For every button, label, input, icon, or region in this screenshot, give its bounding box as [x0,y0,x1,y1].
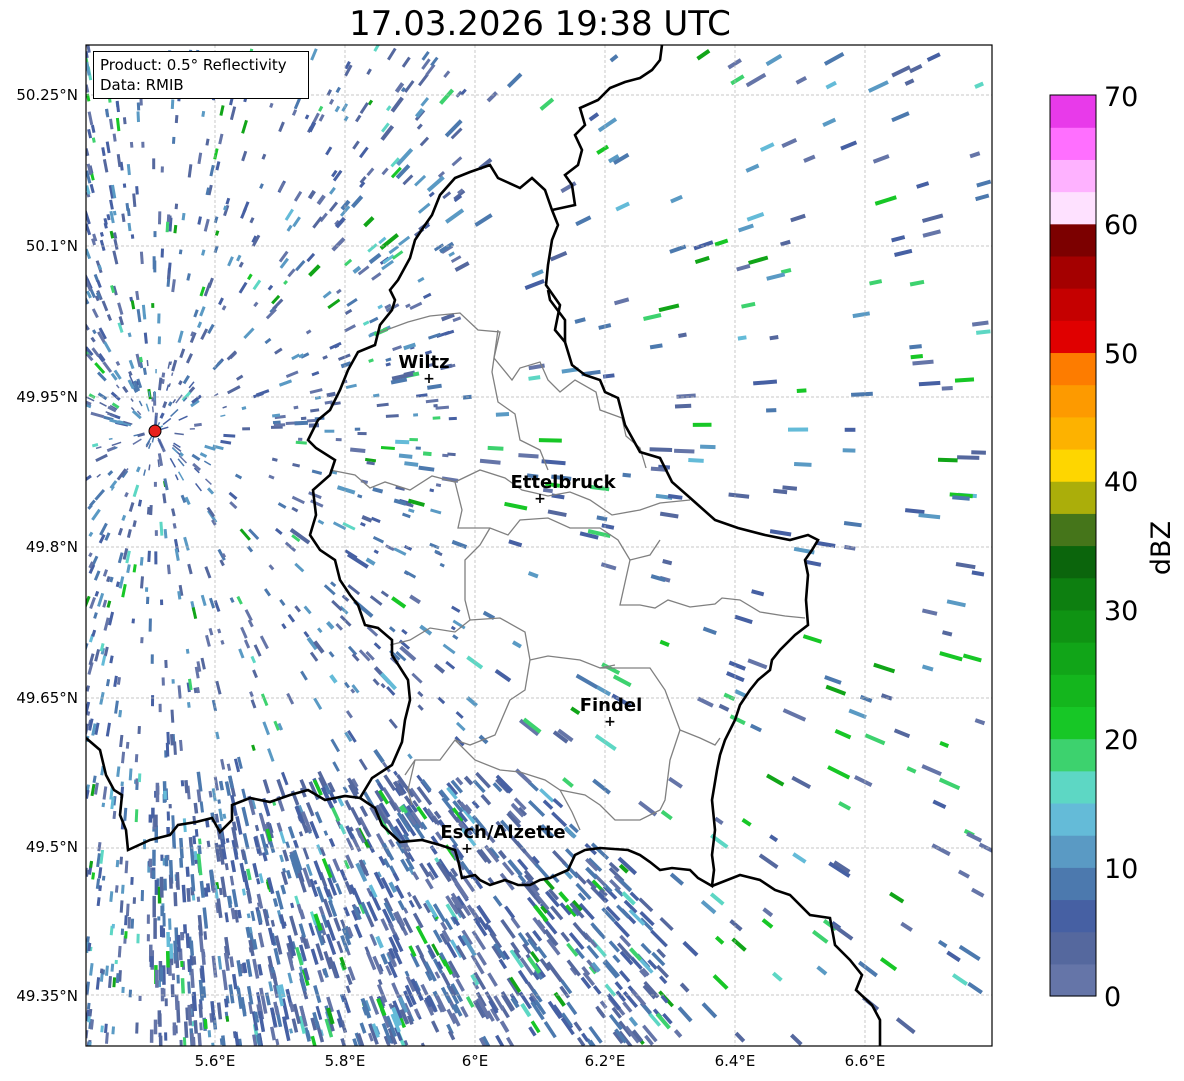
city-label-ettelbruck: Ettelbruck [510,472,616,493]
colorbar-swatch [1050,867,1096,901]
colorbar-swatch [1050,320,1096,354]
colorbar: 0 10 20 30 40 50 60 70 dBZ [1049,82,1177,1013]
colorbar-tick: 0 [1104,982,1121,1013]
colorbar-swatch [1050,963,1096,997]
lon-tick: 6.6°E [845,1052,886,1070]
city-label-wiltz: Wiltz [398,352,449,373]
lon-tick: 5.6°E [195,1052,236,1070]
colorbar-swatch [1050,835,1096,868]
colorbar-swatch [1050,931,1096,965]
colorbar-swatch [1050,159,1096,193]
colorbar-tick: 40 [1104,467,1138,498]
colorbar-swatch [1050,899,1096,933]
radar-map-figure: + Wiltz + Ettelbruck + Findel + Esch/Alz… [16,44,1177,1070]
lon-tick: 5.8°E [325,1052,366,1070]
colorbar-swatch [1050,288,1096,321]
lon-tick: 6°E [462,1052,489,1070]
colorbar-swatch [1050,770,1096,804]
colorbar-tick: 60 [1104,210,1138,241]
colorbar-swatch [1050,545,1096,579]
colorbar-swatch [1050,127,1096,160]
lat-tick: 49.35°N [16,987,78,1005]
lat-tick: 49.95°N [16,388,78,406]
radar-site-marker [148,424,162,438]
colorbar-swatch [1050,642,1096,675]
colorbar-tick: 70 [1104,82,1138,113]
lat-axis: 50.25°N 50.1°N 49.95°N 49.8°N 49.65°N 49… [16,86,78,1005]
map-area [85,44,993,1047]
colorbar-swatch [1050,352,1096,386]
city-marker-esch-alzette: + [461,841,473,857]
colorbar-swatch [1050,738,1096,772]
lon-axis: 5.6°E 5.8°E 6°E 6.2°E 6.4°E 6.6°E [195,1052,886,1070]
lat-tick: 49.5°N [26,838,78,856]
colorbar-tick: 30 [1104,596,1138,627]
colorbar-swatch [1050,255,1096,289]
product-label: Product: 0.5° Reflectivity [100,56,287,74]
colorbar-tick: 10 [1104,854,1138,885]
lon-tick: 6.2°E [585,1052,626,1070]
colorbar-swatch [1050,802,1096,836]
lat-tick: 49.65°N [16,689,78,707]
colorbar-label: dBZ [1146,521,1177,575]
colorbar-swatch [1050,384,1096,418]
colorbar-swatch [1050,223,1096,257]
colorbar-swatch [1050,706,1096,740]
lon-tick: 6.4°E [715,1052,756,1070]
data-source-label: Data: RMIB [100,76,184,94]
colorbar-swatch [1050,416,1096,450]
colorbar-swatch [1050,674,1096,707]
product-info-box: Product: 0.5° Reflectivity Data: RMIB [93,51,309,99]
colorbar-swatch [1050,481,1096,514]
city-marker-wiltz: + [423,371,435,387]
city-marker-ettelbruck: + [534,491,546,507]
colorbar-swatch [1050,609,1096,643]
colorbar-ticks: 0 10 20 30 40 50 60 70 [1104,82,1138,1013]
colorbar-swatch [1050,577,1096,611]
colorbar-swatches [1050,95,1096,997]
colorbar-swatch [1050,513,1096,547]
colorbar-swatch [1050,95,1096,128]
city-marker-findel: + [604,714,616,730]
colorbar-swatch [1050,191,1096,225]
lat-tick: 50.25°N [16,86,78,104]
colorbar-tick: 20 [1104,725,1138,756]
city-label-findel: Findel [580,695,643,716]
colorbar-tick: 50 [1104,339,1138,370]
colorbar-swatch [1050,448,1096,482]
lat-tick: 49.8°N [26,538,78,556]
city-label-esch-alzette: Esch/Alzette [440,822,565,843]
lat-tick: 50.1°N [26,237,78,255]
